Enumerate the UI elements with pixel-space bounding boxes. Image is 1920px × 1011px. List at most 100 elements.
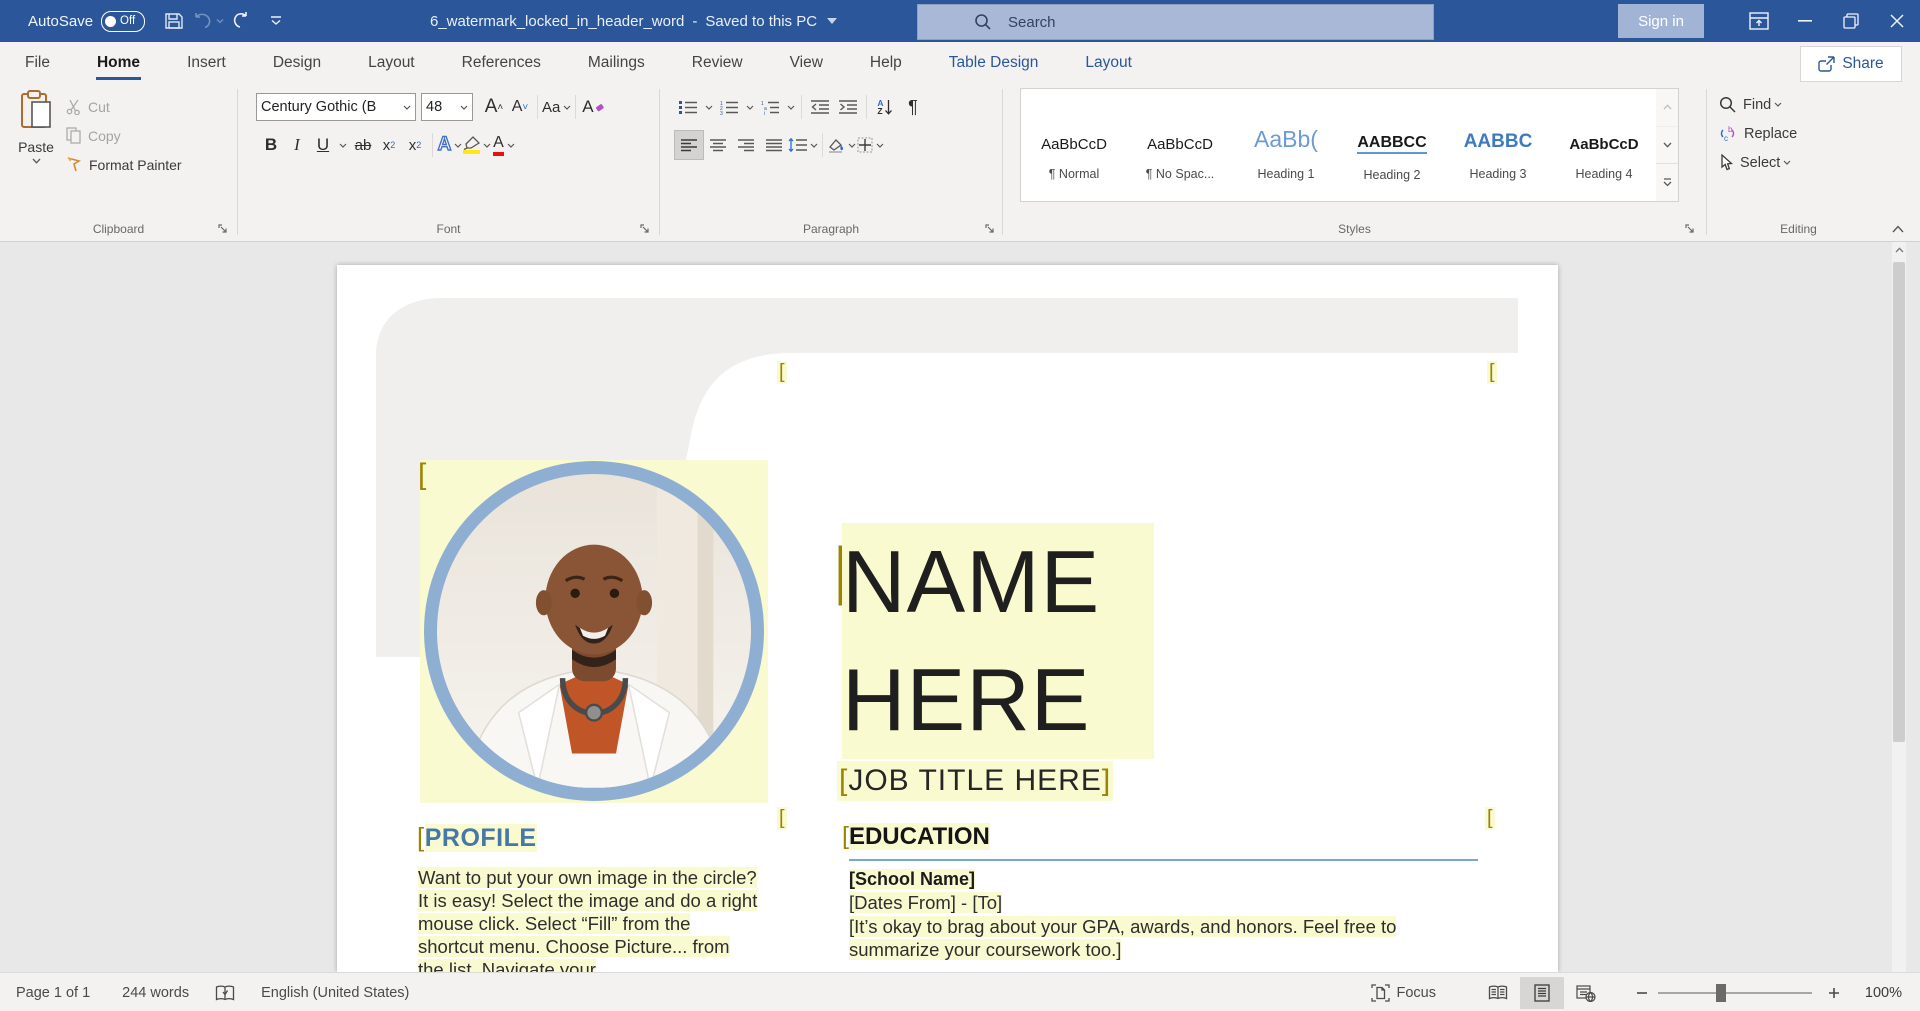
font-name-combo[interactable]: Century Gothic (B [256, 93, 416, 121]
education-heading[interactable]: [EDUCATION [842, 822, 990, 851]
profile-photo-block[interactable]: [ [420, 460, 768, 803]
tab-file[interactable]: File [22, 42, 53, 84]
justify-button[interactable] [760, 131, 788, 159]
font-size-combo[interactable]: 48 [421, 93, 473, 121]
profile-heading[interactable]: [PROFILE [417, 822, 537, 853]
dates-placeholder[interactable]: [Dates From] - [To] [849, 892, 1002, 914]
style-no-spacing[interactable]: AaBbCcD ¶ No Spac... [1127, 89, 1233, 201]
tab-table-design[interactable]: Table Design [946, 42, 1042, 84]
vertical-scrollbar[interactable] [1892, 242, 1906, 972]
quick-access-customize-button[interactable] [259, 0, 293, 42]
search-box[interactable]: Search [917, 4, 1434, 40]
font-color-button[interactable]: A [491, 131, 517, 159]
school-name-placeholder[interactable]: [School Name] [849, 869, 975, 890]
bullets-button[interactable] [674, 93, 702, 121]
education-note-placeholder[interactable]: [It’s okay to brag about your GPA, award… [849, 915, 1463, 961]
styles-scroll-down-button[interactable] [1656, 127, 1678, 165]
styles-more-button[interactable] [1656, 164, 1678, 201]
paste-button[interactable]: Paste [10, 90, 62, 164]
styles-dialog-launcher[interactable] [1685, 224, 1696, 235]
superscript-button[interactable]: x2 [402, 131, 428, 159]
styles-scroll-up-button[interactable] [1656, 89, 1678, 127]
bold-button[interactable]: B [258, 131, 284, 159]
multilevel-dropdown[interactable] [784, 93, 797, 121]
style-heading4[interactable]: AaBbCcD Heading 4 [1551, 89, 1657, 201]
sort-button[interactable]: A Z [871, 93, 899, 121]
numbering-button[interactable]: 123 [715, 93, 743, 121]
tab-layout[interactable]: Layout [365, 42, 418, 84]
highlight-button[interactable] [463, 131, 491, 159]
tab-view[interactable]: View [787, 42, 826, 84]
zoom-slider[interactable] [1658, 992, 1812, 994]
align-left-button[interactable] [674, 130, 704, 160]
job-title-placeholder[interactable]: [JOB TITLE HERE] [837, 761, 1113, 801]
language-indicator[interactable]: English (United States) [261, 985, 409, 1001]
zoom-slider-handle[interactable] [1716, 984, 1726, 1002]
zoom-level[interactable]: 100% [1858, 985, 1902, 1001]
name-placeholder[interactable]: NAME HERE [842, 523, 1154, 759]
share-button[interactable]: Share [1800, 46, 1902, 82]
change-case-button[interactable]: Aa [542, 93, 571, 121]
close-button[interactable] [1874, 0, 1920, 42]
collapse-ribbon-button[interactable] [1892, 225, 1904, 233]
find-button[interactable]: Find [1719, 90, 1797, 119]
page-indicator[interactable]: Page 1 of 1 [16, 985, 90, 1001]
cut-button[interactable]: Cut [66, 92, 182, 121]
underline-button[interactable]: U [310, 131, 336, 159]
web-layout-button[interactable] [1564, 977, 1608, 1009]
sign-in-button[interactable]: Sign in [1618, 4, 1704, 38]
tab-help[interactable]: Help [867, 42, 905, 84]
ribbon-display-options-button[interactable] [1736, 0, 1782, 42]
show-marks-button[interactable]: ¶ [899, 93, 927, 121]
proofing-status-button[interactable] [215, 985, 235, 1002]
select-button[interactable]: Select [1719, 148, 1797, 177]
restore-button[interactable] [1828, 0, 1874, 42]
increase-indent-button[interactable] [834, 93, 862, 121]
print-layout-button[interactable] [1520, 977, 1564, 1009]
minimize-button[interactable] [1782, 0, 1828, 42]
align-center-button[interactable] [704, 131, 732, 159]
tab-insert[interactable]: Insert [184, 42, 229, 84]
profile-photo[interactable] [437, 474, 751, 788]
strikethrough-button[interactable]: ab [350, 131, 376, 159]
replace-button[interactable]: b c Replace [1719, 119, 1797, 148]
focus-mode-button[interactable]: Focus [1371, 984, 1437, 1002]
zoom-in-button[interactable] [1828, 987, 1840, 999]
style-heading3[interactable]: AABBC Heading 3 [1445, 89, 1551, 201]
style-heading1[interactable]: AaBb( Heading 1 [1233, 89, 1339, 201]
shading-button[interactable] [827, 131, 856, 159]
clipboard-dialog-launcher[interactable] [218, 224, 229, 235]
tab-table-layout[interactable]: Layout [1082, 42, 1135, 84]
autosave-toggle[interactable]: Off [101, 11, 145, 32]
scrollbar-thumb[interactable] [1893, 262, 1905, 742]
text-effects-button[interactable]: A [437, 131, 463, 159]
style-normal[interactable]: AaBbCcD ¶ Normal [1021, 89, 1127, 201]
italic-button[interactable]: I [284, 131, 310, 159]
word-count[interactable]: 244 words [122, 985, 189, 1001]
tab-review[interactable]: Review [689, 42, 746, 84]
grow-font-button[interactable]: A˄ [481, 93, 507, 121]
copy-button[interactable]: Copy [66, 121, 182, 150]
numbering-dropdown[interactable] [743, 93, 756, 121]
font-dialog-launcher[interactable] [640, 224, 651, 235]
zoom-out-button[interactable] [1636, 987, 1648, 999]
decrease-indent-button[interactable] [806, 93, 834, 121]
read-mode-button[interactable] [1476, 977, 1520, 1009]
align-right-button[interactable] [732, 131, 760, 159]
tab-mailings[interactable]: Mailings [585, 42, 648, 84]
document-title[interactable]: 6_watermark_locked_in_header_word - Save… [430, 0, 837, 42]
subscript-button[interactable]: x2 [376, 131, 402, 159]
document-page[interactable]: [ [337, 265, 1558, 972]
tab-home[interactable]: Home [94, 42, 143, 84]
underline-dropdown[interactable] [336, 131, 350, 159]
bullets-dropdown[interactable] [702, 93, 715, 121]
tab-references[interactable]: References [459, 42, 544, 84]
scroll-up-icon[interactable] [1892, 242, 1906, 258]
tab-design[interactable]: Design [270, 42, 324, 84]
format-painter-button[interactable]: Format Painter [66, 150, 182, 179]
line-spacing-button[interactable] [788, 131, 818, 159]
shrink-font-button[interactable]: A˅ [507, 93, 533, 121]
profile-body[interactable]: Want to put your own image in the circle… [418, 866, 760, 972]
undo-button[interactable] [191, 0, 225, 42]
borders-button[interactable] [856, 131, 884, 159]
